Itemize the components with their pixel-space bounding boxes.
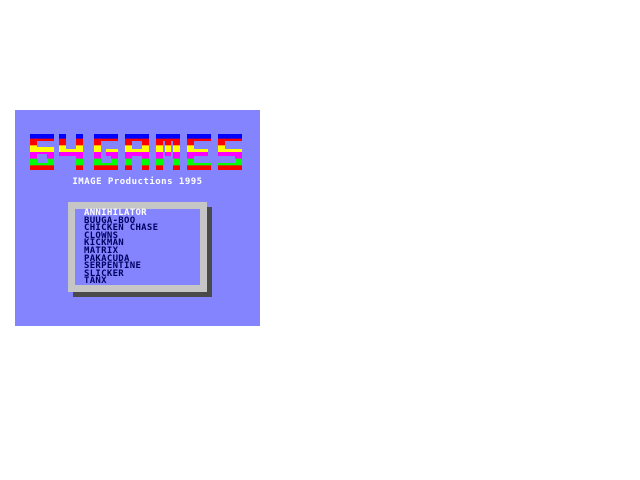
- logo-stripe: [28, 158, 248, 166]
- logo-stripe: [28, 145, 248, 153]
- game-title-logo: 64 GAMES: [28, 132, 248, 172]
- subtitle: IMAGE Productions 1995: [72, 177, 203, 187]
- game-menu: ANNIHILATOR BUUGA-BOO CHICKEN CHASE CLOWNS K…: [84, 209, 158, 286]
- game-screen: 64 GAMES: [15, 110, 260, 326]
- logo-stripe: [28, 132, 248, 140]
- logo-stripe: [28, 165, 248, 172]
- logo-stripe: [28, 138, 248, 146]
- logo-stripe: [28, 152, 248, 160]
